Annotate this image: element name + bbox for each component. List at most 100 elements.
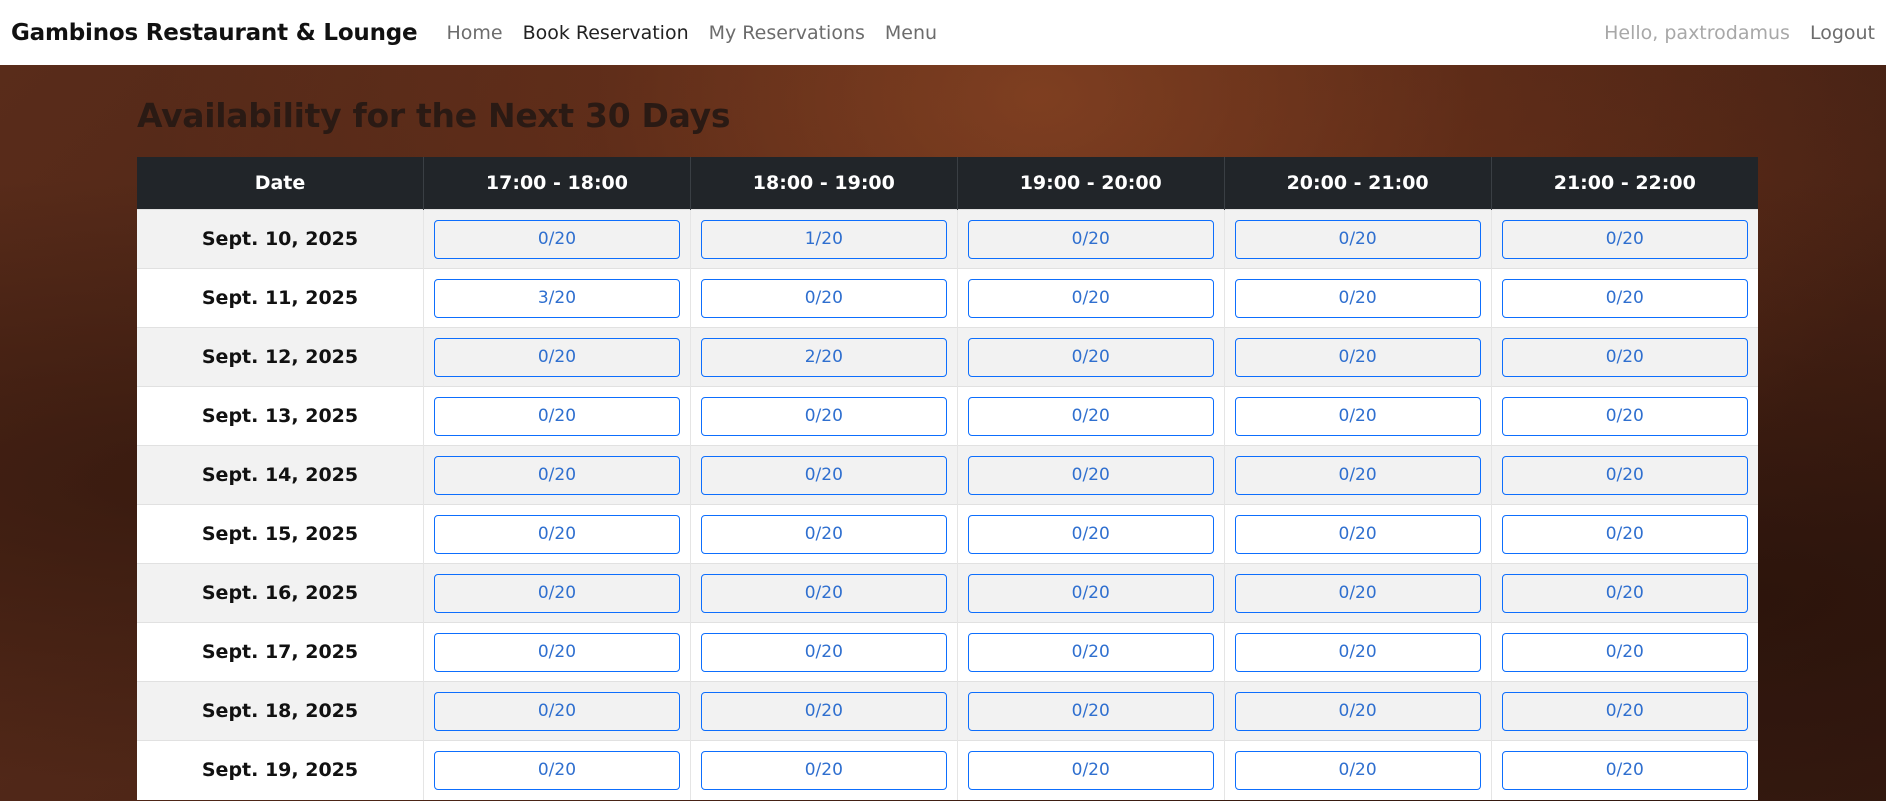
slot-button[interactable]: 0/20 bbox=[434, 219, 680, 259]
slot-cell: 0/20 bbox=[689, 504, 958, 564]
slot-cell: 0/20 bbox=[956, 681, 1225, 741]
nav-link-menu[interactable]: Menu bbox=[875, 22, 947, 44]
slot-button[interactable]: 0/20 bbox=[1234, 396, 1481, 436]
slot-button[interactable]: 0/20 bbox=[1234, 750, 1481, 790]
column-header-slot-2: 18:00 - 19:00 bbox=[689, 157, 958, 210]
slot-button[interactable]: 0/20 bbox=[1234, 691, 1481, 731]
table-row: Sept. 12, 2025 0/20 2/20 0/20 0/20 0/20 bbox=[137, 327, 1758, 387]
slot-cell: 0/20 bbox=[1223, 622, 1492, 682]
slot-cell: 2/20 bbox=[689, 327, 958, 387]
column-header-slot-3: 19:00 - 20:00 bbox=[956, 157, 1225, 210]
slot-button[interactable]: 0/20 bbox=[1501, 396, 1748, 436]
slot-cell: 1/20 bbox=[689, 209, 958, 269]
slot-button[interactable]: 0/20 bbox=[434, 514, 680, 554]
date-cell: Sept. 12, 2025 bbox=[137, 327, 424, 387]
slot-button[interactable]: 0/20 bbox=[434, 632, 680, 672]
slot-cell: 0/20 bbox=[1223, 681, 1492, 741]
table-row: Sept. 11, 2025 3/20 0/20 0/20 0/20 0/20 bbox=[137, 268, 1758, 328]
date-cell: Sept. 15, 2025 bbox=[137, 504, 424, 564]
top-navbar: Gambinos Restaurant & Lounge Home Book R… bbox=[0, 0, 1886, 65]
slot-button[interactable]: 0/20 bbox=[434, 337, 680, 377]
slot-button[interactable]: 0/20 bbox=[1501, 455, 1748, 495]
slot-cell: 0/20 bbox=[956, 209, 1225, 269]
table-body: Sept. 10, 2025 0/20 1/20 0/20 0/20 0/20 … bbox=[137, 209, 1758, 800]
slot-cell: 0/20 bbox=[689, 563, 958, 623]
slot-cell: 0/20 bbox=[956, 445, 1225, 505]
nav-link-home[interactable]: Home bbox=[436, 22, 512, 44]
date-cell: Sept. 10, 2025 bbox=[137, 209, 424, 269]
slot-cell: 0/20 bbox=[689, 268, 958, 328]
slot-button[interactable]: 3/20 bbox=[434, 278, 680, 318]
slot-button[interactable]: 0/20 bbox=[967, 455, 1214, 495]
slot-button[interactable]: 0/20 bbox=[967, 691, 1214, 731]
slot-button[interactable]: 0/20 bbox=[700, 278, 947, 318]
slot-button[interactable]: 0/20 bbox=[700, 573, 947, 613]
date-cell: Sept. 16, 2025 bbox=[137, 563, 424, 623]
slot-button[interactable]: 0/20 bbox=[1234, 632, 1481, 672]
slot-button[interactable]: 0/20 bbox=[700, 455, 947, 495]
slot-button[interactable]: 0/20 bbox=[967, 514, 1214, 554]
slot-button[interactable]: 0/20 bbox=[1501, 219, 1748, 259]
slot-button[interactable]: 2/20 bbox=[700, 337, 947, 377]
slot-button[interactable]: 0/20 bbox=[967, 573, 1214, 613]
slot-button[interactable]: 0/20 bbox=[967, 750, 1214, 790]
slot-cell: 0/20 bbox=[689, 386, 958, 446]
slot-button[interactable]: 0/20 bbox=[967, 632, 1214, 672]
slot-button[interactable]: 0/20 bbox=[700, 750, 947, 790]
slot-button[interactable]: 0/20 bbox=[1234, 219, 1481, 259]
table-row: Sept. 18, 2025 0/20 0/20 0/20 0/20 0/20 bbox=[137, 681, 1758, 741]
slot-button[interactable]: 0/20 bbox=[434, 455, 680, 495]
slot-button[interactable]: 0/20 bbox=[700, 632, 947, 672]
slot-button[interactable]: 0/20 bbox=[1501, 278, 1748, 318]
slot-button[interactable]: 0/20 bbox=[434, 396, 680, 436]
slot-cell: 0/20 bbox=[956, 563, 1225, 623]
slot-cell: 0/20 bbox=[1490, 445, 1758, 505]
slot-button[interactable]: 0/20 bbox=[1501, 514, 1748, 554]
logout-link[interactable]: Logout bbox=[1800, 22, 1875, 44]
slot-cell: 0/20 bbox=[423, 504, 691, 564]
slot-button[interactable]: 0/20 bbox=[700, 396, 947, 436]
slot-cell: 0/20 bbox=[1223, 563, 1492, 623]
slot-button[interactable]: 0/20 bbox=[434, 750, 680, 790]
slot-cell: 0/20 bbox=[689, 681, 958, 741]
slot-button[interactable]: 0/20 bbox=[434, 573, 680, 613]
slot-button[interactable]: 0/20 bbox=[967, 278, 1214, 318]
slot-cell: 0/20 bbox=[1223, 209, 1492, 269]
slot-cell: 0/20 bbox=[1490, 386, 1758, 446]
date-cell: Sept. 11, 2025 bbox=[137, 268, 424, 328]
slot-cell: 0/20 bbox=[689, 445, 958, 505]
slot-button[interactable]: 1/20 bbox=[700, 219, 947, 259]
slot-cell: 0/20 bbox=[1223, 327, 1492, 387]
slot-button[interactable]: 0/20 bbox=[1234, 337, 1481, 377]
slot-cell: 0/20 bbox=[1223, 268, 1492, 328]
slot-cell: 0/20 bbox=[689, 622, 958, 682]
slot-button[interactable]: 0/20 bbox=[1501, 691, 1748, 731]
slot-button[interactable]: 0/20 bbox=[1501, 632, 1748, 672]
slot-cell: 0/20 bbox=[1490, 622, 1758, 682]
slot-button[interactable]: 0/20 bbox=[967, 337, 1214, 377]
nav-links: Home Book Reservation My Reservations Me… bbox=[436, 22, 947, 44]
slot-button[interactable]: 0/20 bbox=[1501, 573, 1748, 613]
nav-link-book-reservation[interactable]: Book Reservation bbox=[513, 22, 699, 44]
slot-button[interactable]: 0/20 bbox=[1501, 750, 1748, 790]
column-header-slot-5: 21:00 - 22:00 bbox=[1490, 157, 1758, 210]
user-greeting: Hello, paxtrodamus bbox=[1604, 21, 1790, 44]
slot-button[interactable]: 0/20 bbox=[1234, 455, 1481, 495]
date-cell: Sept. 17, 2025 bbox=[137, 622, 424, 682]
slot-cell: 0/20 bbox=[1490, 209, 1758, 269]
slot-cell: 0/20 bbox=[689, 740, 958, 800]
slot-button[interactable]: 0/20 bbox=[967, 396, 1214, 436]
slot-button[interactable]: 0/20 bbox=[700, 691, 947, 731]
column-header-slot-1: 17:00 - 18:00 bbox=[423, 157, 691, 210]
slot-button[interactable]: 0/20 bbox=[1234, 573, 1481, 613]
slot-button[interactable]: 0/20 bbox=[1234, 278, 1481, 318]
slot-button[interactable]: 0/20 bbox=[967, 219, 1214, 259]
availability-table: Date 17:00 - 18:00 18:00 - 19:00 19:00 -… bbox=[137, 157, 1758, 800]
nav-link-my-reservations[interactable]: My Reservations bbox=[699, 22, 875, 44]
brand-logo[interactable]: Gambinos Restaurant & Lounge bbox=[11, 20, 418, 46]
slot-button[interactable]: 0/20 bbox=[1234, 514, 1481, 554]
slot-button[interactable]: 0/20 bbox=[700, 514, 947, 554]
slot-button[interactable]: 0/20 bbox=[1501, 337, 1748, 377]
slot-button[interactable]: 0/20 bbox=[434, 691, 680, 731]
slot-cell: 0/20 bbox=[1223, 445, 1492, 505]
